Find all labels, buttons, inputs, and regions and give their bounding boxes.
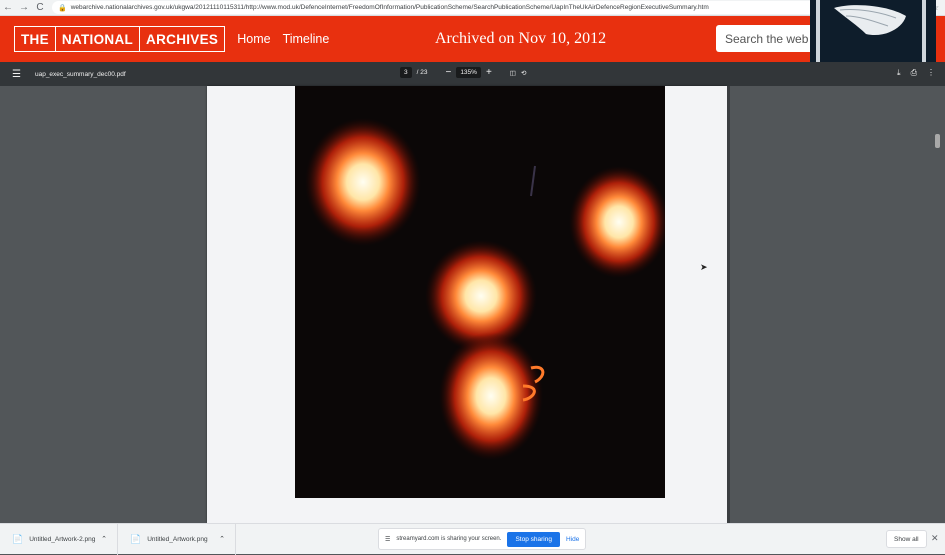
uap-photograph [295,86,665,498]
url-text: webarchive.nationalarchives.gov.uk/ukgwa… [70,4,709,11]
browser-toolbar: ← → C 🔒 webarchive.nationalarchives.gov.… [0,0,945,16]
nav-home-link[interactable]: Home [237,32,270,46]
share-grip-icon: ☰ [385,536,391,543]
pdf-filename: uap_exec_summary_dec00.pdf [34,70,126,78]
download-filename: Untitled_Artwork.png [147,535,208,543]
file-icon: 📄 [130,533,142,544]
zoom-level-input[interactable]: 135% [456,67,481,78]
uap-lights-image [295,86,665,498]
scroll-thumb[interactable] [935,134,940,148]
pdf-toolbar: ☰ uap_exec_summary_dec00.pdf 3 / 23 − 13… [0,62,945,86]
more-vert-icon[interactable]: ⋮ [927,68,935,78]
close-icon[interactable]: ✕ [931,533,939,544]
pdf-pager: 3 / 23 − 135% + ◫ ⟲ [400,67,526,78]
show-all-button[interactable]: Show all [886,530,927,548]
stop-sharing-button[interactable]: Stop sharing [507,531,560,547]
rotate-icon[interactable]: ⟲ [521,69,526,77]
forward-icon[interactable]: → [16,0,32,16]
pdf-actions: ⤓ ⎙ ⋮ [897,68,935,78]
hamburger-icon[interactable]: ☰ [12,69,21,80]
hide-button[interactable]: Hide [566,536,579,543]
page-number-input[interactable]: 3 [400,67,412,78]
pdf-page [207,86,727,523]
webcam-overlay [810,0,936,70]
print-icon[interactable]: ⎙ [911,68,917,78]
reload-icon[interactable]: C [32,0,48,16]
chevron-up-icon[interactable]: ⌃ [219,535,225,543]
back-icon[interactable]: ← [0,0,16,16]
logo-word-archives: ARCHIVES [139,27,224,51]
fit-page-icon[interactable]: ◫ [510,69,516,77]
address-bar[interactable]: 🔒 webarchive.nationalarchives.gov.uk/ukg… [52,1,888,14]
download-filename: Untitled_Artwork-2.png [29,535,96,543]
pdf-viewer[interactable]: ➤ [0,86,945,523]
screen-share-notice: ☰ streamyard.com is sharing your screen.… [378,528,587,550]
download-item[interactable]: 📄 Untitled_Artwork.png ⌃ [118,523,236,555]
logo-word-national: NATIONAL [54,27,139,51]
logo-word-the: THE [21,31,49,47]
zoom-in-icon[interactable]: + [486,67,492,78]
page-edge [727,86,730,523]
download-icon[interactable]: ⤓ [897,68,901,78]
lock-icon: 🔒 [58,4,67,12]
archived-date: Archived on Nov 10, 2012 [435,30,607,47]
download-item[interactable]: 📄 Untitled_Artwork-2.png ⌃ [0,523,118,555]
download-shelf: 📄 Untitled_Artwork-2.png ⌃ 📄 Untitled_Ar… [0,523,945,555]
mouse-cursor-icon: ➤ [700,262,708,272]
chevron-up-icon[interactable]: ⌃ [101,535,107,543]
page-total: / 23 [416,69,428,76]
file-icon: 📄 [12,533,24,544]
share-text: streamyard.com is sharing your screen. [396,536,502,542]
zoom-out-icon[interactable]: − [445,67,451,78]
pdf-scrollbar[interactable] [932,86,944,523]
national-archives-logo[interactable]: THE NATIONAL ARCHIVES [14,26,226,52]
archive-nav: Home Timeline [237,32,329,46]
nav-timeline-link[interactable]: Timeline [283,32,330,46]
archive-banner: THE NATIONAL ARCHIVES Home Timeline Arch… [0,16,945,62]
webcam-image [810,0,936,70]
archive-search-input[interactable]: Search the web [716,25,816,52]
